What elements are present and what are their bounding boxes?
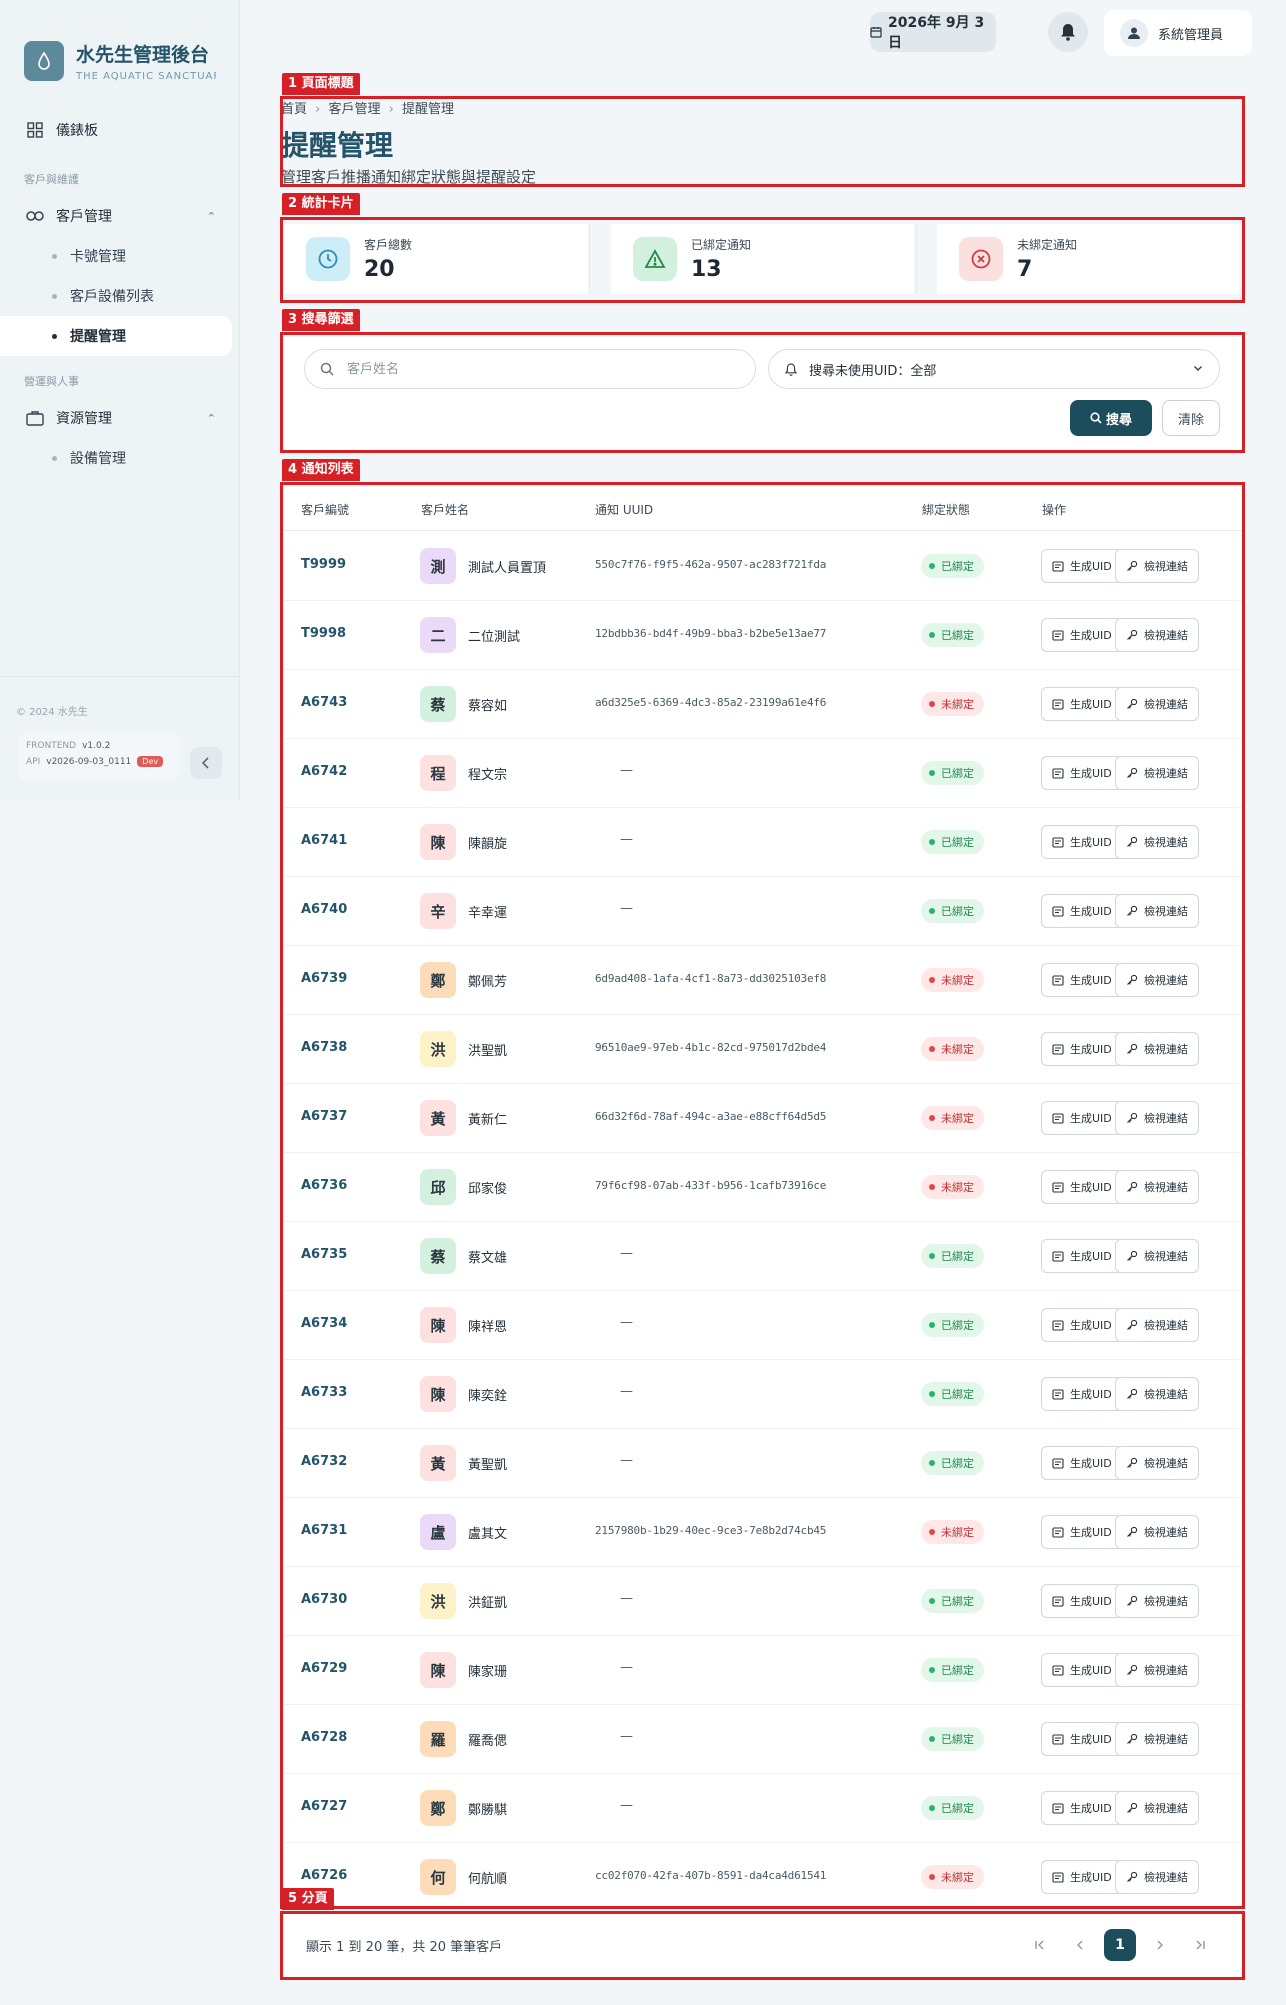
bullet-icon — [52, 455, 57, 461]
env-badge: Dev — [137, 756, 164, 767]
sidebar-item-dashboard[interactable]: 儀錶板 — [0, 110, 240, 150]
api-version: v2026-09-03_0111 — [46, 757, 132, 767]
grid-icon — [26, 121, 44, 139]
annotation-box-2 — [280, 217, 1245, 303]
nav-section-customers: 客戶與維護 — [24, 173, 79, 186]
sidebar-item-label: 儀錶板 — [56, 123, 98, 139]
annotation-label-2: 2 統計卡片 — [282, 193, 360, 215]
brand-title: 水先生管理後台 — [76, 44, 210, 66]
chevron-left-icon — [201, 754, 211, 773]
nav-section-ops: 營運與人事 — [24, 375, 79, 388]
sidebar-item-label: 設備管理 — [70, 451, 126, 467]
chevron-up-icon: ⌃ — [206, 209, 216, 223]
sidebar-item-customer-mgmt[interactable]: 客戶管理 ⌃ — [0, 196, 240, 236]
sidebar-item-label: 資源管理 — [56, 411, 112, 427]
sidebar-item-label: 客戶設備列表 — [70, 289, 154, 305]
calendar-icon — [870, 26, 882, 38]
notifications-button[interactable] — [1048, 12, 1088, 52]
frontend-version: v1.0.2 — [82, 741, 111, 751]
frontend-key: FRONTEND — [26, 741, 77, 751]
sidebar-footer: © 2024 水先生 FRONTEND v1.0.2 API v2026-09-03… — [0, 676, 240, 781]
bell-icon — [1060, 23, 1076, 41]
sidebar-item-card[interactable]: 卡號管理 — [0, 236, 240, 276]
sidebar-item-devices[interactable]: 客戶設備列表 — [0, 276, 240, 316]
sidebar-nav: 儀錶板 客戶與維護 客戶管理 ⌃ 卡號管理 客戶設備列表 提醒管理 營運與人事 — [0, 110, 240, 478]
sidebar-item-equipment[interactable]: 設備管理 — [0, 438, 240, 478]
briefcase-icon — [26, 409, 44, 427]
sidebar-item-resource-mgmt[interactable]: 資源管理 ⌃ — [0, 398, 240, 438]
annotation-label-4: 4 通知列表 — [282, 459, 360, 481]
sidebar-item-label: 客戶管理 — [56, 209, 112, 225]
water-drop-logo-icon — [24, 41, 64, 81]
sidebar-item-reminders[interactable]: 提醒管理 — [0, 316, 232, 356]
annotation-label-3: 3 搜尋篩選 — [282, 309, 360, 331]
link-icon — [26, 207, 44, 225]
bullet-icon — [52, 333, 57, 339]
collapse-sidebar-button[interactable] — [190, 747, 222, 779]
annotation-label-5: 5 分頁 — [282, 1888, 334, 1910]
bullet-icon — [52, 253, 57, 259]
user-menu[interactable]: 系統管理員 — [1104, 10, 1252, 56]
brand[interactable]: 水先生管理後台 THE AQUATIC SANCTUARY — [24, 40, 216, 82]
annotation-box-4 — [280, 482, 1245, 1909]
copyright: © 2024 水先生 — [16, 707, 88, 718]
sidebar-item-label: 提醒管理 — [70, 329, 126, 345]
annotation-box-1 — [280, 96, 1245, 187]
date-text: 2026年 9月 3日 — [888, 15, 985, 51]
version-info: FRONTEND v1.0.2 API v2026-09-03_0111 Dev — [18, 733, 180, 781]
brand-subtitle: THE AQUATIC SANCTUARY — [76, 71, 216, 82]
sidebar-item-label: 卡號管理 — [70, 249, 126, 265]
api-key: API — [26, 757, 41, 767]
sidebar: 水先生管理後台 THE AQUATIC SANCTUARY 儀錶板 客戶與維護 … — [0, 0, 240, 800]
bullet-icon — [52, 293, 57, 299]
user-name: 系統管理員 — [1158, 27, 1224, 43]
annotation-box-5 — [280, 1911, 1245, 1980]
topbar: 2026年 9月 3日 系統管理員 — [240, 0, 1286, 70]
date-display[interactable]: 2026年 9月 3日 — [870, 12, 996, 52]
annotation-box-3 — [280, 332, 1245, 453]
chevron-up-icon: ⌃ — [206, 411, 216, 425]
annotation-label-1: 1 頁面標題 — [282, 73, 360, 95]
user-icon — [1120, 19, 1148, 47]
